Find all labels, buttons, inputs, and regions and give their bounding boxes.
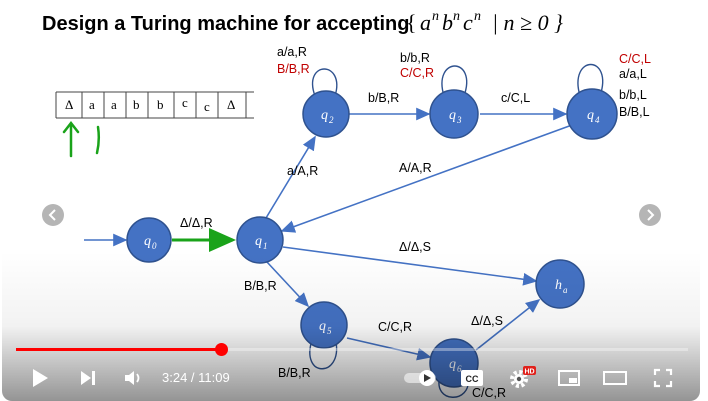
slide-title: Design a Turing machine for accepting bbox=[42, 13, 409, 35]
tape-cell-7: Δ bbox=[227, 97, 235, 112]
svg-text:q: q bbox=[321, 108, 328, 123]
svg-text:0: 0 bbox=[152, 241, 157, 251]
skip-next-icon bbox=[81, 371, 95, 385]
play-button[interactable] bbox=[24, 360, 56, 396]
volume-icon bbox=[125, 371, 140, 385]
video-player[interactable]: Design a Turing machine for accepting { … bbox=[2, 0, 700, 401]
title-condition: | n ≥ 0 } bbox=[492, 10, 563, 35]
chevron-left-icon bbox=[48, 209, 56, 221]
captions-button[interactable]: CC bbox=[457, 360, 487, 396]
label-q1-ha: Δ/Δ,S bbox=[399, 240, 431, 254]
time-display: 3:24 / 11:09 bbox=[162, 360, 230, 396]
label-q3-loop-1: b/b,R bbox=[400, 51, 430, 65]
tape-cell-0: Δ bbox=[65, 97, 73, 112]
next-video-button[interactable] bbox=[72, 360, 104, 396]
svg-text:1: 1 bbox=[263, 241, 268, 251]
label-q5-q6: C/C,R bbox=[378, 320, 412, 334]
label-q3-q4: c/C,L bbox=[501, 91, 530, 105]
label-q4-loop-3: b/b,L bbox=[619, 88, 647, 102]
label-q4-loop-4: B/B,L bbox=[619, 105, 650, 119]
label-q2-loop-1: a/a,R bbox=[277, 45, 307, 59]
svg-text:a: a bbox=[563, 285, 568, 295]
theater-mode-icon bbox=[603, 371, 627, 385]
state-q5: q 5 bbox=[300, 301, 348, 349]
previous-slide-button[interactable] bbox=[42, 204, 64, 226]
autoplay-toggle[interactable] bbox=[402, 360, 440, 396]
next-slide-button[interactable] bbox=[639, 204, 661, 226]
gear-icon: HD bbox=[510, 366, 536, 388]
hd-badge: HD bbox=[524, 368, 534, 375]
play-icon bbox=[33, 369, 48, 387]
svg-text:2: 2 bbox=[329, 115, 334, 125]
tape: Δ a a b b c c Δ bbox=[55, 91, 254, 119]
chevron-right-icon bbox=[647, 209, 655, 221]
svg-text:q: q bbox=[319, 319, 326, 334]
tape-cell-6: c bbox=[204, 99, 210, 114]
progress-bar[interactable] bbox=[16, 343, 688, 356]
label-q0-q1: Δ/Δ,R bbox=[180, 216, 213, 230]
scrubber-handle[interactable] bbox=[214, 343, 228, 356]
title-var-b: b bbox=[442, 10, 453, 35]
theater-mode-button[interactable] bbox=[600, 360, 630, 396]
label-q3-loop-2: C/C,R bbox=[400, 66, 434, 80]
label-q2-loop-2: B/B,R bbox=[277, 62, 310, 76]
state-ha: h a bbox=[535, 259, 585, 309]
title-var-c: c bbox=[463, 10, 473, 35]
tape-cell-1: a bbox=[89, 97, 95, 112]
progress-played bbox=[16, 348, 221, 351]
svg-text:4: 4 bbox=[595, 115, 600, 125]
edge-q4-q1 bbox=[280, 124, 573, 233]
title-exp-a: n bbox=[432, 9, 439, 24]
player-controls: 3:24 / 11:09 CC HD bbox=[2, 360, 700, 396]
label-q4-loop-2: a/a,L bbox=[619, 67, 647, 81]
svg-text:h: h bbox=[555, 278, 562, 293]
svg-text:q: q bbox=[449, 108, 456, 123]
autoplay-toggle-icon bbox=[404, 370, 436, 386]
state-q3: q 3 bbox=[429, 89, 479, 139]
label-q1-q2: a/A,R bbox=[287, 164, 318, 178]
state-q0: q 0 bbox=[126, 217, 172, 263]
mute-button[interactable] bbox=[118, 360, 148, 396]
svg-text:q: q bbox=[255, 234, 262, 249]
state-q1: q 1 bbox=[236, 216, 284, 264]
svg-text:CC: CC bbox=[466, 374, 479, 384]
title-exp-c: n bbox=[474, 9, 481, 24]
label-q6-ha: Δ/Δ,S bbox=[471, 314, 503, 328]
svg-text:q: q bbox=[587, 108, 594, 123]
time-separator: / bbox=[187, 370, 199, 385]
fullscreen-icon bbox=[653, 368, 673, 388]
duration: 11:09 bbox=[198, 370, 230, 385]
slide-content: Design a Turing machine for accepting { … bbox=[42, 9, 651, 400]
svg-text:q: q bbox=[144, 234, 151, 249]
tape-cell-3: b bbox=[133, 97, 140, 112]
head-pointer-annotation bbox=[62, 120, 101, 158]
current-time: 3:24 bbox=[162, 370, 188, 385]
svg-text:5: 5 bbox=[327, 326, 332, 336]
miniplayer-button[interactable] bbox=[554, 360, 584, 396]
settings-button[interactable]: HD bbox=[504, 360, 538, 396]
label-q4-q1: A/A,R bbox=[399, 161, 432, 175]
label-q4-loop-1: C/C,L bbox=[619, 52, 651, 66]
title-brace-open: { bbox=[406, 10, 417, 35]
label-q2-q3: b/B,R bbox=[368, 91, 399, 105]
captions-icon: CC bbox=[461, 370, 483, 386]
state-q4: q 4 bbox=[566, 88, 618, 140]
title-var-a: a bbox=[420, 10, 431, 35]
tape-cell-4: b bbox=[157, 97, 164, 112]
fullscreen-button[interactable] bbox=[648, 360, 678, 396]
tape-cell-2: a bbox=[111, 97, 117, 112]
miniplayer-icon bbox=[558, 370, 580, 386]
tape-cell-5: c bbox=[182, 95, 188, 110]
title-exp-b: n bbox=[453, 9, 460, 24]
label-q1-q5: B/B,R bbox=[244, 279, 277, 293]
svg-text:3: 3 bbox=[456, 115, 462, 125]
state-q2: q 2 bbox=[302, 90, 350, 138]
